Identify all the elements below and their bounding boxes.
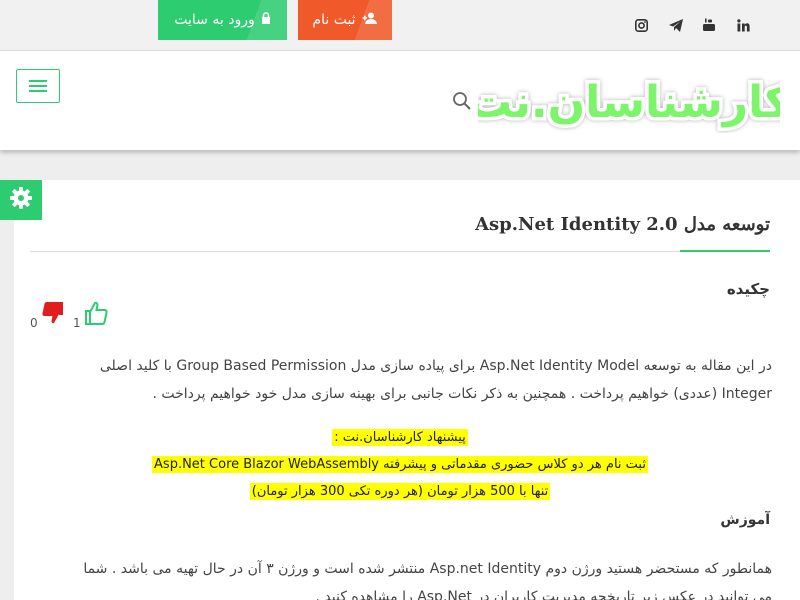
- like-vote[interactable]: 1: [73, 300, 109, 330]
- promo-line: پیشنهاد کارشناسان.نت :: [332, 429, 468, 446]
- section-line: همانطور که مستحضر هستید ورژن دوم Asp.net…: [83, 561, 772, 577]
- register-label: ثبت نام: [312, 12, 356, 28]
- dislike-vote[interactable]: 0: [30, 300, 66, 330]
- section-text: همانطور که مستحضر هستید ورژن دوم Asp.net…: [30, 555, 772, 600]
- title-accent-bar: [680, 250, 770, 252]
- abstract-line: در این مقاله به توسعه Asp.Net Identity M…: [99, 358, 772, 374]
- thumbs-up-icon[interactable]: [83, 300, 109, 330]
- like-count: 1: [73, 316, 81, 330]
- abstract-heading: چکیده: [726, 280, 770, 298]
- settings-button[interactable]: [0, 180, 42, 220]
- lock-icon: [261, 12, 271, 28]
- title-divider: [30, 251, 770, 252]
- section-line: می توانید در عکس زیر تاریخچه مدیریت کارب…: [315, 589, 773, 600]
- youtube-icon[interactable]: [698, 14, 720, 36]
- promo-line[interactable]: ثبت نام هر دو کلاس حضوری مقدماتی و پیشرف…: [152, 456, 648, 473]
- linkedin-icon[interactable]: [732, 14, 754, 36]
- telegram-icon[interactable]: [665, 14, 687, 36]
- login-label: ورود به سایت: [174, 12, 255, 28]
- promo-line: تنها با 500 هزار تومان (هر دوره تکی 300 …: [249, 483, 551, 500]
- dislike-count: 0: [30, 316, 38, 330]
- site-header: کارشناسان.نت: [0, 50, 800, 150]
- article-title: توسعه مدل Asp.Net Identity 2.0: [475, 214, 770, 235]
- logo-text: کارشناسان.نت: [478, 77, 780, 128]
- search-icon[interactable]: [452, 91, 472, 111]
- top-bar: ورود به سایت ثبت نام: [0, 0, 800, 50]
- site-logo[interactable]: کارشناسان.نت: [464, 73, 794, 133]
- abstract-line: Integer (عددی) خواهیم پرداخت . همچنین به…: [152, 386, 772, 402]
- section-heading: آموزش: [720, 512, 770, 528]
- add-user-icon: [362, 12, 378, 28]
- promo-box: پیشنهاد کارشناسان.نت : ثبت نام هر دو کلا…: [0, 424, 800, 505]
- abstract-text: در این مقاله به توسعه Asp.Net Identity M…: [48, 352, 772, 408]
- gear-icon: [10, 187, 32, 213]
- login-button[interactable]: ورود به سایت: [158, 0, 287, 40]
- hamburger-menu-button[interactable]: [16, 69, 60, 103]
- instagram-icon[interactable]: [630, 14, 652, 36]
- thumbs-down-icon[interactable]: [40, 300, 66, 330]
- register-button[interactable]: ثبت نام: [298, 0, 392, 40]
